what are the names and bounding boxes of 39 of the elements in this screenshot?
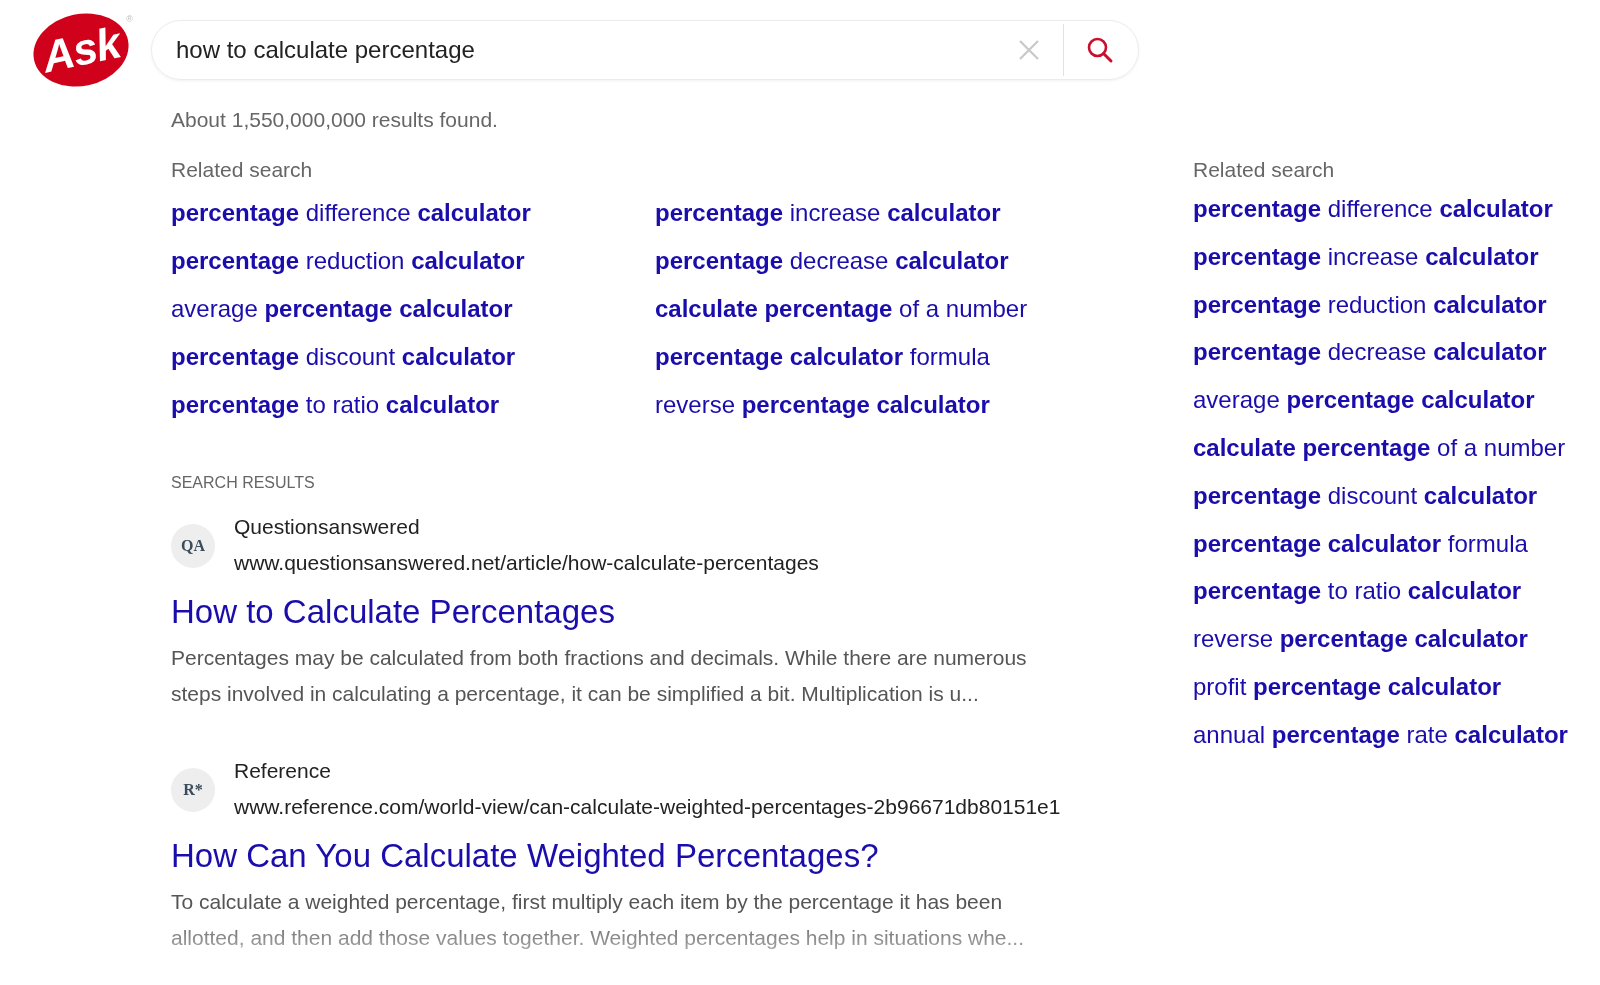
search-icon[interactable]: [1086, 36, 1114, 64]
related-search-link[interactable]: calculate percentage of a number: [655, 294, 1139, 342]
related-search-link[interactable]: profit percentage calculator: [1193, 671, 1568, 720]
related-search-link[interactable]: average percentage calculator: [1193, 385, 1568, 433]
result-title-link[interactable]: How Can You Calculate Weighted Percentages?: [171, 834, 1193, 878]
related-search-heading: Related search: [1193, 158, 1336, 182]
site-favicon: QA: [171, 524, 215, 568]
site-favicon: R*: [171, 768, 215, 812]
related-search-link[interactable]: percentage to ratio calculator: [171, 390, 655, 438]
registered-mark: ®: [126, 14, 133, 24]
related-search-link[interactable]: percentage increase calculator: [655, 198, 1139, 246]
related-search-link[interactable]: percentage increase calculator: [1193, 241, 1568, 290]
related-search-link[interactable]: reverse percentage calculator: [1193, 624, 1568, 672]
related-search-link[interactable]: percentage reduction calculator: [171, 246, 655, 294]
related-search-link[interactable]: percentage discount calculator: [171, 342, 655, 390]
related-search-heading: Related search: [171, 158, 314, 182]
related-search-link[interactable]: percentage reduction calculator: [1193, 289, 1568, 338]
search-field[interactable]: how to calculate percentage: [174, 35, 1003, 65]
result-url[interactable]: www.reference.com/world-view/can-calculate-weighted-percentages-2b96671db80151e1: [234, 792, 1061, 822]
result-snippet: To calculate a weighted percentage, first multiply each item by the percentage it has been allotted, and then add those values together. Weighted percentages help in situations whe...: [171, 889, 1026, 951]
related-search-link[interactable]: percentage calculator formula: [655, 342, 1139, 390]
related-search-link[interactable]: percentage to ratio calculator: [1193, 576, 1568, 625]
related-search-link[interactable]: percentage discount calculator: [1193, 480, 1568, 529]
related-search-link[interactable]: percentage calculator formula: [1193, 528, 1568, 577]
related-search-link[interactable]: average percentage calculator: [171, 294, 655, 342]
related-search-link[interactable]: percentage difference calculator: [1193, 194, 1568, 242]
related-search-link[interactable]: annual percentage rate calculator: [1193, 719, 1568, 768]
site-name: Questionsanswered: [234, 514, 421, 540]
related-search-link[interactable]: percentage decrease calculator: [1193, 337, 1568, 386]
result-url[interactable]: www.questionsanswered.net/article/how-calculate-percentages: [234, 548, 819, 578]
search-results-heading: SEARCH RESULTS: [171, 474, 316, 492]
related-search-link[interactable]: calculate percentage of a number: [1193, 433, 1568, 481]
related-search-link[interactable]: reverse percentage calculator: [655, 390, 1139, 438]
related-search-link[interactable]: percentage decrease calculator: [655, 246, 1139, 294]
site-name: Reference: [234, 758, 332, 784]
result-snippet: Percentages may be calculated from both fractions and decimals. While there are numerous steps involved in calculating a percentage, it can be simplified a bit. Multiplication is u...: [171, 645, 1028, 707]
result-count: About 1,550,000,000 results found.: [171, 108, 499, 132]
related-search-link[interactable]: percentage difference calculator: [171, 198, 655, 246]
result-title-link[interactable]: How to Calculate Percentages: [171, 590, 1193, 634]
